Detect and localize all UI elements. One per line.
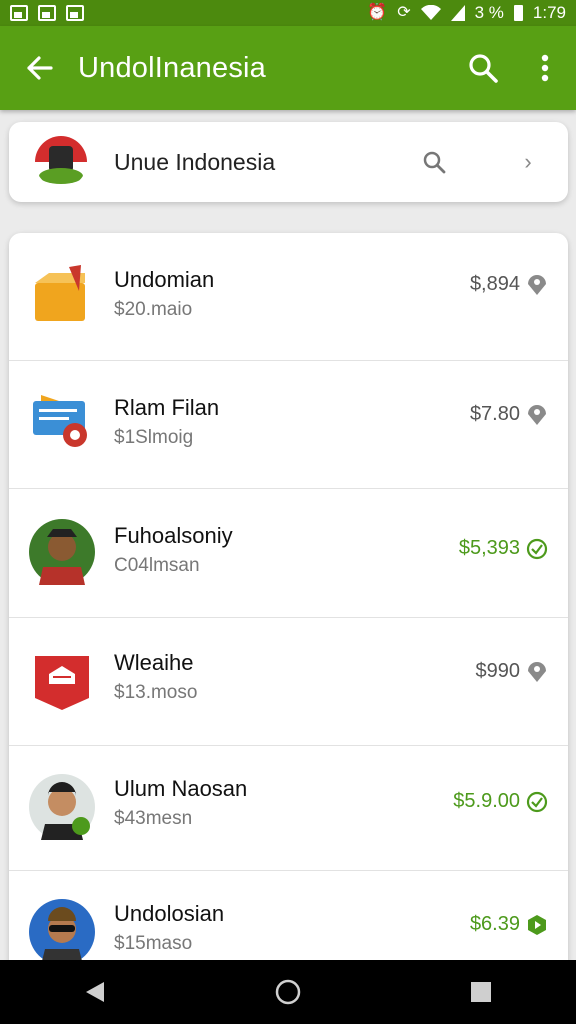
item-subtitle: $13.moso — [114, 682, 198, 703]
chevron-right-icon[interactable]: › — [508, 142, 548, 182]
message-icon — [33, 395, 87, 447]
item-subtitle: $20.maio — [114, 299, 193, 320]
item-amount: $990 — [475, 660, 521, 682]
item-amount: $,894 — [469, 273, 520, 295]
store-notification-icon — [66, 5, 84, 21]
avatar-icon — [29, 519, 95, 585]
list-item[interactable]: Wleaihe $13.moso $990 — [9, 618, 568, 746]
country-card[interactable]: Unue Indonesia › — [9, 122, 568, 202]
more-vert-icon — [541, 54, 549, 82]
search-icon — [469, 54, 498, 83]
list-item[interactable]: Ulum Naosan $43mesn $5.9.00 — [9, 746, 568, 871]
overflow-menu-button[interactable] — [514, 26, 576, 110]
pin-icon — [528, 404, 546, 425]
battery-icon — [513, 5, 523, 21]
item-amount: $5,393 — [458, 537, 520, 559]
status-time: 1:79 — [532, 3, 566, 22]
country-card-label: Unue Indonesia — [114, 148, 276, 175]
item-subtitle: C04lmsan — [114, 555, 200, 576]
transaction-list: Undomian $20.maio $,894 Rlam Filan $1Slm… — [9, 233, 568, 973]
check-circle-icon — [526, 538, 548, 559]
arrow-back-icon — [27, 56, 53, 80]
item-subtitle: $15maso — [114, 933, 193, 954]
status-bar-left — [10, 5, 84, 21]
item-name: Ulum Naosan — [114, 776, 248, 801]
search-button[interactable] — [452, 26, 514, 110]
chart-notification-icon — [38, 5, 56, 21]
item-name: Undolosian — [114, 901, 225, 926]
pin-icon — [528, 274, 546, 295]
back-nav-icon[interactable] — [84, 980, 106, 1004]
avatar-icon — [29, 774, 95, 840]
play-badge-icon — [528, 914, 546, 935]
app-bar: UndolInanesia — [0, 26, 576, 110]
item-subtitle: $1Slmoig — [114, 427, 194, 448]
item-name: Rlam Filan — [114, 395, 220, 420]
search-icon — [423, 151, 446, 174]
item-name: Wleaihe — [114, 650, 194, 675]
signal-icon — [450, 5, 465, 21]
avatar-icon — [29, 899, 95, 965]
item-amount: $6.39 — [469, 913, 520, 935]
list-item[interactable]: Rlam Filan $1Slmoig $7.80 — [9, 361, 568, 489]
list-item[interactable]: Undolosian $15maso $6.39 — [9, 871, 568, 973]
country-avatar-icon — [35, 136, 87, 188]
status-bar-right: ⏰ ⟳ 3 % 1:79 — [367, 3, 566, 23]
item-name: Undomian — [114, 267, 215, 292]
list-item[interactable]: Fuhoalsoniy C04lmsan $5,393 — [9, 489, 568, 618]
item-amount: $7.80 — [469, 403, 520, 425]
alarm-icon: ⏰ — [367, 4, 388, 21]
item-amount: $5.9.00 — [453, 790, 520, 812]
back-button[interactable] — [0, 26, 78, 110]
list-item[interactable]: Undomian $20.maio $,894 — [9, 233, 568, 361]
folder-icon — [35, 265, 85, 321]
sync-icon: ⟳ — [397, 4, 411, 21]
system-nav-bar — [0, 960, 576, 1024]
status-bar: ⏰ ⟳ 3 % 1:79 — [0, 0, 576, 26]
country-search-button[interactable] — [414, 142, 454, 182]
battery-percent: 3 % — [474, 3, 504, 22]
app-title: UndolInanesia — [78, 51, 267, 84]
package-icon — [35, 656, 89, 710]
wifi-icon — [420, 5, 441, 20]
image-notification-icon — [10, 5, 28, 21]
check-circle-icon — [526, 791, 548, 812]
item-subtitle: $43mesn — [114, 808, 193, 829]
item-name: Fuhoalsoniy — [114, 523, 233, 548]
recents-nav-icon[interactable] — [470, 981, 492, 1003]
home-nav-icon[interactable] — [274, 978, 302, 1006]
pin-icon — [528, 661, 546, 682]
